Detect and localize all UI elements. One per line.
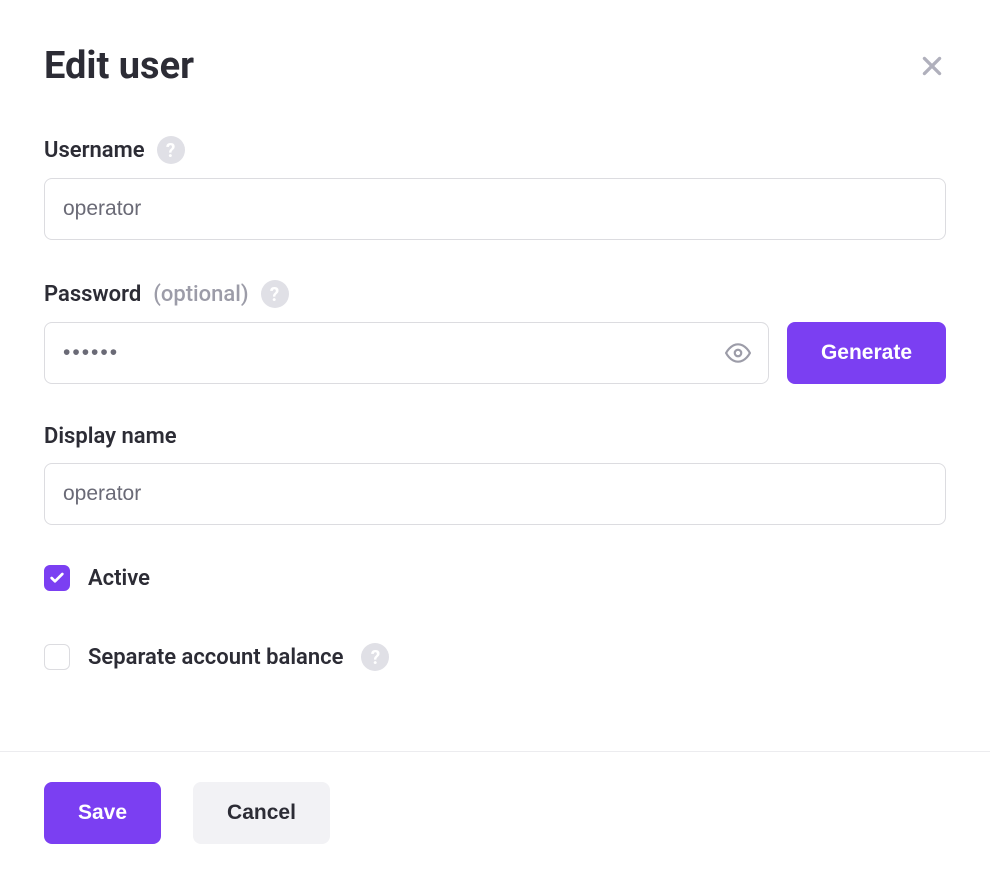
separate-balance-checkbox-row: Separate account balance ?	[44, 643, 946, 671]
display-name-label: Display name	[44, 424, 177, 449]
generate-button[interactable]: Generate	[787, 322, 946, 384]
display-name-field-group: Display name	[44, 424, 946, 525]
cancel-button[interactable]: Cancel	[193, 782, 330, 844]
eye-icon[interactable]	[725, 340, 751, 366]
save-button[interactable]: Save	[44, 782, 161, 844]
dialog-title: Edit user	[44, 44, 194, 88]
help-icon[interactable]: ?	[261, 280, 289, 308]
active-checkbox-row: Active	[44, 565, 946, 591]
dialog-footer: Save Cancel	[0, 751, 990, 874]
separate-balance-label: Separate account balance	[88, 645, 343, 670]
active-checkbox[interactable]	[44, 565, 70, 591]
help-icon[interactable]: ?	[361, 643, 389, 671]
password-label: Password	[44, 282, 141, 307]
separate-balance-checkbox[interactable]	[44, 644, 70, 670]
password-input[interactable]	[44, 322, 769, 384]
dialog-header: Edit user	[44, 44, 946, 88]
help-icon[interactable]: ?	[157, 136, 185, 164]
active-label: Active	[88, 566, 150, 591]
password-hint: (optional)	[153, 282, 248, 307]
display-name-input[interactable]	[44, 463, 946, 525]
close-icon[interactable]	[918, 52, 946, 80]
username-field-group: Username ?	[44, 136, 946, 240]
password-field-group: Password (optional) ? Generate	[44, 280, 946, 384]
username-input[interactable]	[44, 178, 946, 240]
username-label: Username	[44, 138, 145, 163]
edit-user-dialog: Edit user Username ? Password (optional)…	[0, 0, 990, 671]
